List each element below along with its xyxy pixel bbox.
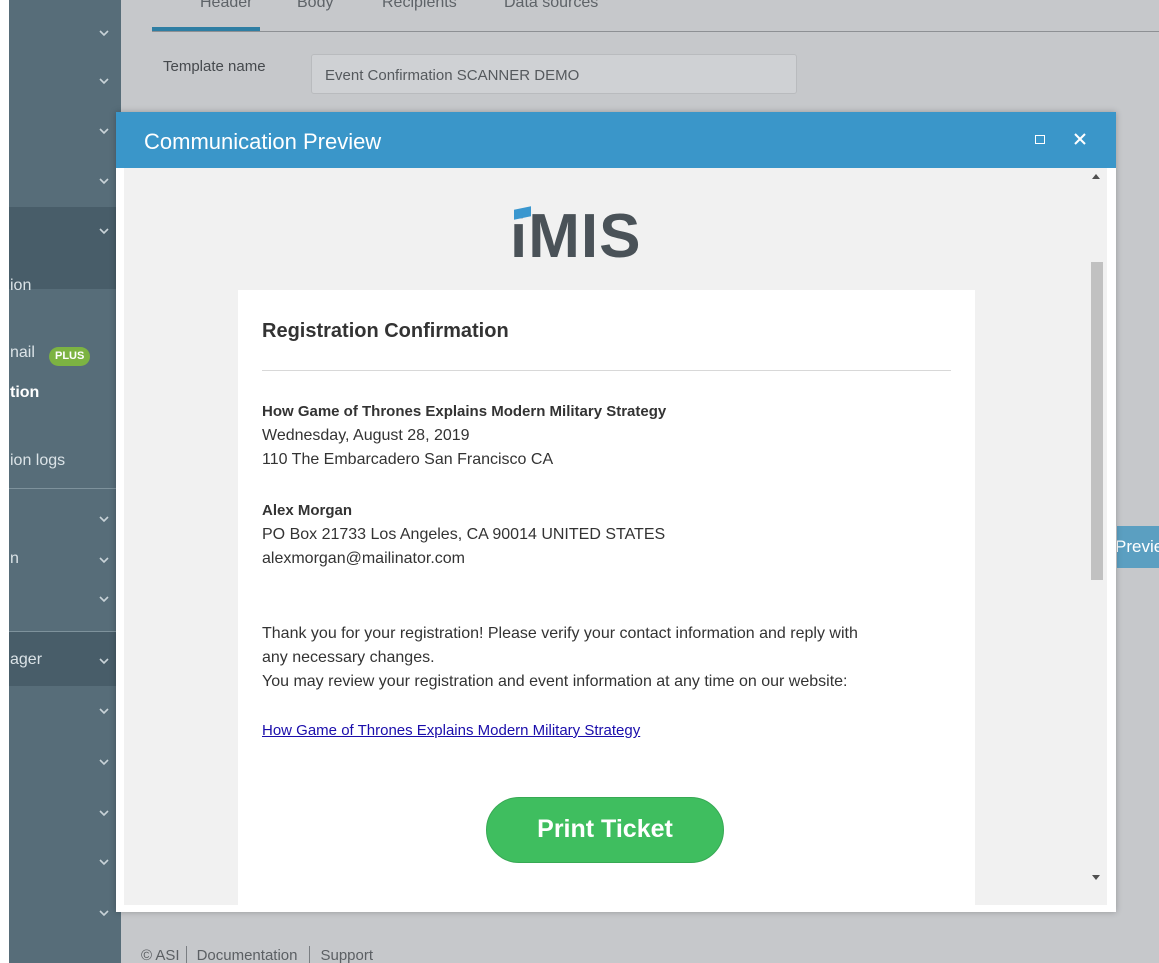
message-line: You may review your registration and eve… <box>262 673 848 690</box>
dialog-body: iMIS Registration Confirmation How Game … <box>124 168 1107 905</box>
preview-button-label: Preview <box>1117 537 1159 556</box>
sidebar-item-label[interactable]: n <box>10 550 19 568</box>
chevron-down-icon[interactable] <box>97 124 111 138</box>
sidebar-divider <box>0 488 121 489</box>
registrant-email: alexmorgan@mailinator.com <box>262 550 465 567</box>
message-line: Thank you for your registration! Please … <box>262 625 858 642</box>
plus-badge: PLUS <box>49 347 91 366</box>
communication-preview-dialog: Communication Preview iMIS Registration … <box>116 112 1116 912</box>
event-date: Wednesday, August 28, 2019 <box>262 427 470 444</box>
tab-recipients[interactable]: Recipients <box>382 0 457 12</box>
chevron-down-icon[interactable] <box>97 855 111 869</box>
dialog-title: Communication Preview <box>144 129 382 154</box>
scroll-down-arrow-icon[interactable] <box>1092 875 1100 880</box>
close-icon[interactable] <box>1069 128 1091 150</box>
footer: © ASI Documentation Support <box>141 946 373 963</box>
chevron-down-icon[interactable] <box>97 224 111 238</box>
event-link[interactable]: How Game of Thrones Explains Modern Mili… <box>262 722 640 739</box>
footer-separator <box>185 946 187 963</box>
sidebar-item-label[interactable]: ion logs <box>10 452 65 470</box>
print-ticket-button[interactable]: Print Ticket <box>486 797 724 863</box>
chevron-down-icon[interactable] <box>97 654 111 668</box>
sidebar-item-label[interactable]: ion <box>10 277 31 295</box>
scrollbar-thumb[interactable] <box>1091 262 1103 580</box>
sidebar-item-label-active[interactable]: tion <box>10 384 39 402</box>
tab-body[interactable]: Body <box>297 0 333 12</box>
registrant-name: Alex Morgan <box>262 502 353 519</box>
tab-header[interactable]: Header <box>200 0 252 12</box>
chevron-down-icon[interactable] <box>97 553 111 567</box>
scroll-up-arrow-icon[interactable] <box>1092 174 1100 179</box>
sidebar-item-label[interactable]: nail <box>10 344 35 362</box>
email-divider <box>262 370 951 371</box>
chevron-down-icon[interactable] <box>97 174 111 188</box>
chevron-down-icon[interactable] <box>97 592 111 606</box>
maximize-icon[interactable] <box>1030 129 1050 149</box>
copyright-text: © ASI <box>141 946 180 963</box>
message-line: any necessary changes. <box>262 649 435 666</box>
sidebar-edge <box>0 0 9 963</box>
chevron-down-icon[interactable] <box>97 704 111 718</box>
chevron-down-icon[interactable] <box>97 512 111 526</box>
template-name-label: Template name <box>163 58 266 75</box>
documentation-link[interactable]: Documentation <box>197 947 298 963</box>
vertical-scrollbar[interactable] <box>1087 168 1107 905</box>
chevron-down-icon[interactable] <box>97 806 111 820</box>
chevron-down-icon[interactable] <box>97 906 111 920</box>
event-location: 110 The Embarcadero San Francisco CA <box>262 451 554 468</box>
tab-divider <box>152 31 1159 32</box>
event-name: How Game of Thrones Explains Modern Mili… <box>262 403 667 420</box>
email-card: Registration Confirmation How Game of Th… <box>238 290 975 905</box>
chevron-down-icon[interactable] <box>97 26 111 40</box>
email-heading: Registration Confirmation <box>262 320 509 342</box>
dialog-header: Communication Preview <box>116 112 1116 168</box>
support-link[interactable]: Support <box>320 947 373 963</box>
chevron-down-icon[interactable] <box>97 74 111 88</box>
registrant-address: PO Box 21733 Los Angeles, CA 90014 UNITE… <box>262 526 666 543</box>
sidebar-item-label[interactable]: ager <box>10 651 42 669</box>
sidebar: ion nail PLUS tion ion logs n ager <box>0 0 121 963</box>
template-name-input[interactable]: Event Confirmation SCANNER DEMO <box>311 54 797 94</box>
sidebar-divider <box>0 631 121 632</box>
imis-logo: iMIS <box>510 204 710 270</box>
tab-data-sources[interactable]: Data sources <box>504 0 598 12</box>
preview-button[interactable]: Preview <box>1117 526 1159 568</box>
footer-separator <box>309 946 311 963</box>
chevron-down-icon[interactable] <box>97 755 111 769</box>
